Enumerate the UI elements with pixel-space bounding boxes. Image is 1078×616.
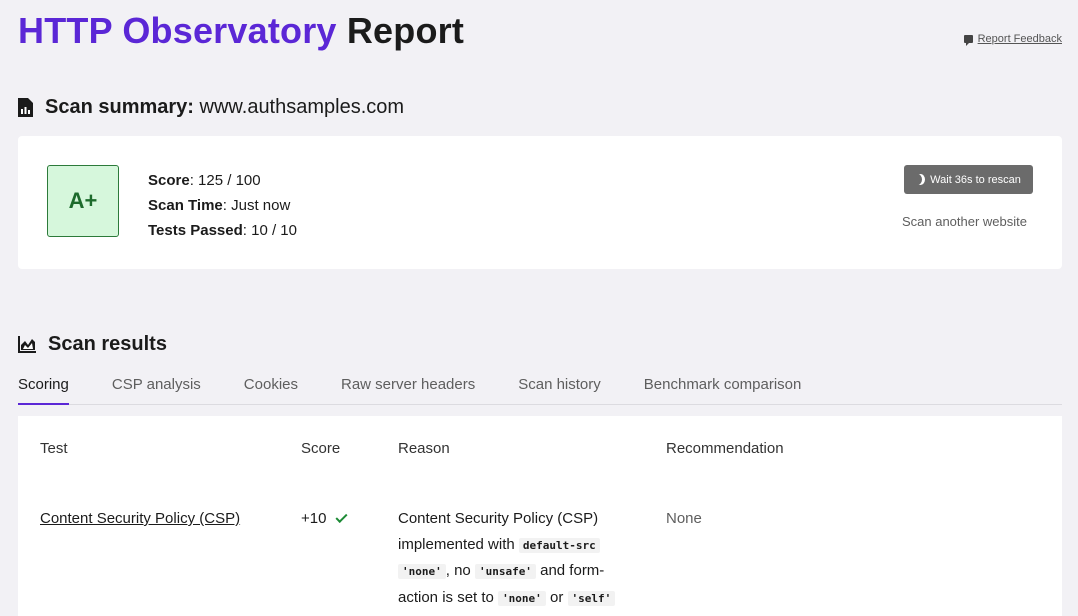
reason-text-4: or [549,588,564,606]
tests-passed-line: Tests Passed: 10 / 10 [148,218,297,243]
scan-time-value: : Just now [222,197,291,214]
reason-text-2: , no [445,562,471,579]
tests-passed-value: : 10 / 10 [242,222,297,239]
reason-cell: Content Security Policy (CSP) implemente… [398,506,638,611]
report-feedback-link[interactable]: Report Feedback [963,33,1062,46]
scan-summary-label: Scan summary: [45,96,194,118]
score-delta: +10 [301,510,327,527]
grade-badge: A+ [47,165,119,237]
scan-time-label: Scan Time [148,197,223,214]
page-title-accent: HTTP Observatory [18,10,337,51]
chart-icon [18,336,36,353]
tab-cookies[interactable]: Cookies [244,373,298,404]
page-title: HTTP Observatory Report [18,10,464,52]
tab-raw-server-headers[interactable]: Raw server headers [341,373,475,404]
column-header-recommendation: Recommendation [666,440,784,457]
score-cell: +10 [301,506,348,532]
scoring-table: Test Score Reason Recommendation Content… [18,416,1062,616]
scan-another-website-link[interactable]: Scan another website [902,214,1027,229]
feedback-icon [963,35,973,46]
reason-code-2: 'none' [398,564,446,579]
rescan-button-label: Wait 36s to rescan [930,173,1021,186]
test-link-csp[interactable]: Content Security Policy (CSP) [40,506,240,532]
reason-code-1: default-src [518,537,600,553]
score-line: Score: 125 / 100 [148,168,297,193]
scan-facts: Score: 125 / 100 Scan Time: Just now Tes… [148,168,297,243]
reason-code-4: 'none' [498,590,546,606]
scan-summary-card: A+ Score: 125 / 100 Scan Time: Just now … [18,136,1062,269]
column-header-reason: Reason [398,440,450,457]
reason-code-5: 'self' [567,590,616,606]
results-tabs: Scoring CSP analysis Cookies Raw server … [18,373,1062,405]
check-icon [335,510,348,523]
recommendation-cell: None [666,510,702,527]
document-icon [18,98,33,117]
scan-results-label: Scan results [48,333,167,355]
page-title-rest: Report [346,10,465,51]
scan-results-heading: Scan results [18,333,167,356]
reason-code-3: 'unsafe' [474,564,536,579]
rescan-button[interactable]: Wait 36s to rescan [904,165,1033,194]
scan-summary-heading: Scan summary: www.authsamples.com [18,96,404,119]
tab-benchmark-comparison[interactable]: Benchmark comparison [644,373,802,404]
scan-time-line: Scan Time: Just now [148,193,297,218]
moon-icon [916,174,925,185]
tab-scoring[interactable]: Scoring [18,373,69,405]
tab-scan-history[interactable]: Scan history [518,373,601,404]
score-value: : 125 / 100 [189,172,261,189]
score-label: Score [148,172,190,189]
column-header-score: Score [301,440,341,457]
page: HTTP Observatory Report Report Feedback … [0,0,1078,616]
scanned-site: www.authsamples.com [199,96,405,118]
report-feedback-label: Report Feedback [977,33,1062,45]
column-header-test: Test [40,440,68,457]
tests-passed-label: Tests Passed [148,222,243,239]
tab-csp-analysis[interactable]: CSP analysis [112,373,201,404]
